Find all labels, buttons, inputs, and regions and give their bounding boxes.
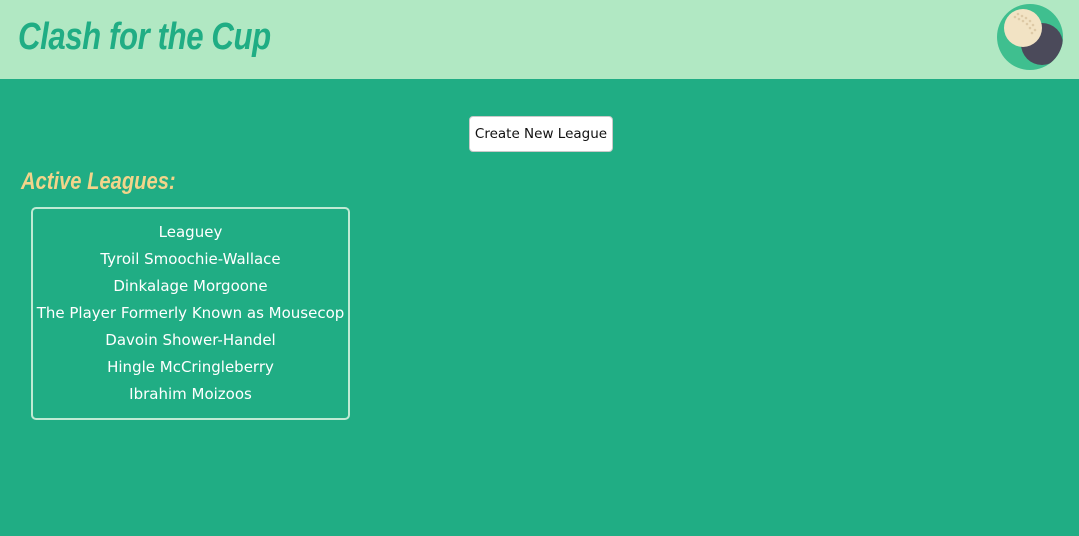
app-title: Clash for the Cup: [18, 16, 271, 58]
avatar-graphic: [997, 4, 1063, 70]
league-item-tyroil-smoochie-wallace[interactable]: Tyroil Smoochie-Wallace: [33, 246, 348, 273]
league-item-ibrahim-moizoos[interactable]: Ibrahim Moizoos: [33, 381, 348, 408]
league-item-player-formerly-known-as-mousecop[interactable]: The Player Formerly Known as Mousecop: [33, 300, 348, 327]
league-item-dinkalage-morgoone[interactable]: Dinkalage Morgoone: [33, 273, 348, 300]
active-leagues-heading: Active Leagues:: [21, 168, 176, 195]
league-item-leaguey[interactable]: Leaguey: [33, 219, 348, 246]
app-header: Clash for the Cup: [0, 0, 1079, 79]
league-list: Leaguey Tyroil Smoochie-Wallace Dinkalag…: [33, 219, 348, 408]
create-new-league-button[interactable]: Create New League: [469, 116, 613, 152]
active-leagues-list-box: Leaguey Tyroil Smoochie-Wallace Dinkalag…: [31, 207, 350, 420]
league-item-davoin-shower-handel[interactable]: Davoin Shower-Handel: [33, 327, 348, 354]
league-item-hingle-mccringleberry[interactable]: Hingle McCringleberry: [33, 354, 348, 381]
cricket-ball-avatar-icon[interactable]: [997, 4, 1063, 70]
